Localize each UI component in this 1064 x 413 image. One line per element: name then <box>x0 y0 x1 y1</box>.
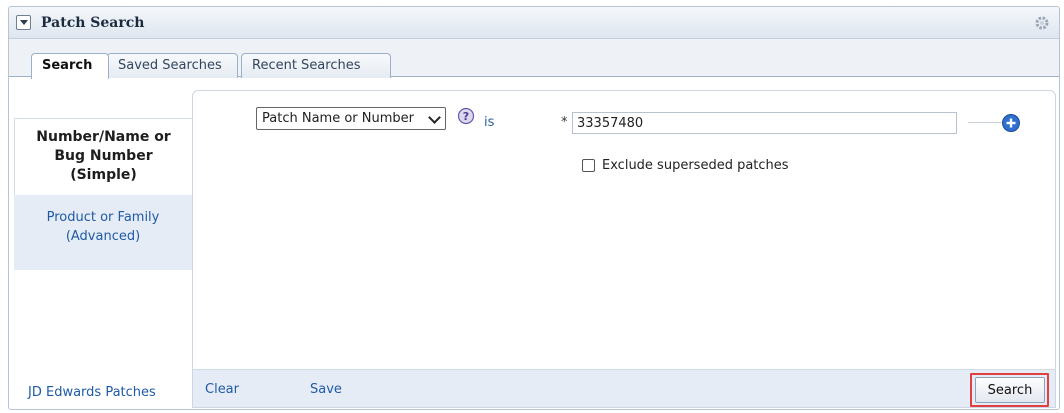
nav-item-product-family-advanced[interactable]: Product or Family (Advanced) <box>14 195 192 270</box>
tab-bar: Search Saved Searches Recent Searches <box>9 39 1059 79</box>
search-type-nav: Number/Name or Bug Number (Simple) Produ… <box>14 78 192 408</box>
tab-recent-searches[interactable]: Recent Searches <box>241 53 391 78</box>
jd-edwards-patches-link[interactable]: JD Edwards Patches <box>28 385 156 400</box>
chevron-down-icon <box>428 111 441 124</box>
exclude-superseded-label: Exclude superseded patches <box>602 158 789 173</box>
field-select[interactable]: Patch Name or Number <box>256 107 446 130</box>
panel-header: Patch Search <box>9 7 1059 39</box>
action-bar: Clear Save Search <box>193 369 1055 407</box>
panel-title: Patch Search <box>41 15 145 31</box>
help-icon[interactable]: ? <box>457 107 475 129</box>
nav-label-line: Bug Number <box>54 148 153 164</box>
svg-text:?: ? <box>463 110 469 123</box>
field-select-value: Patch Name or Number <box>262 111 414 126</box>
nav-label-line: Product or Family <box>46 210 160 225</box>
add-criteria-icon[interactable] <box>1001 113 1021 137</box>
patch-search-panel: Patch Search Search Saved Searches Recen… <box>8 6 1060 410</box>
save-link[interactable]: Save <box>310 382 342 397</box>
operator-label: is <box>484 115 495 130</box>
collapse-toggle-icon[interactable] <box>16 15 31 30</box>
tab-saved-searches[interactable]: Saved Searches <box>107 53 238 78</box>
exclude-superseded-checkbox[interactable] <box>582 159 595 172</box>
clear-link[interactable]: Clear <box>205 382 239 397</box>
tab-search[interactable]: Search <box>31 53 109 79</box>
nav-label-line: (Advanced) <box>65 229 141 244</box>
required-marker: * <box>561 115 568 130</box>
nav-label-line: (Simple) <box>70 167 137 183</box>
nav-label-line: Number/Name or <box>36 129 171 145</box>
gear-icon[interactable] <box>1033 14 1051 36</box>
search-button[interactable]: Search <box>975 377 1045 403</box>
divider <box>968 122 1003 123</box>
search-criteria-area: Patch Name or Number ? is * 33357480 Exc… <box>192 90 1056 408</box>
nav-item-number-name-simple[interactable]: Number/Name or Bug Number (Simple) <box>14 118 192 196</box>
patch-number-input[interactable]: 33357480 <box>572 112 957 134</box>
